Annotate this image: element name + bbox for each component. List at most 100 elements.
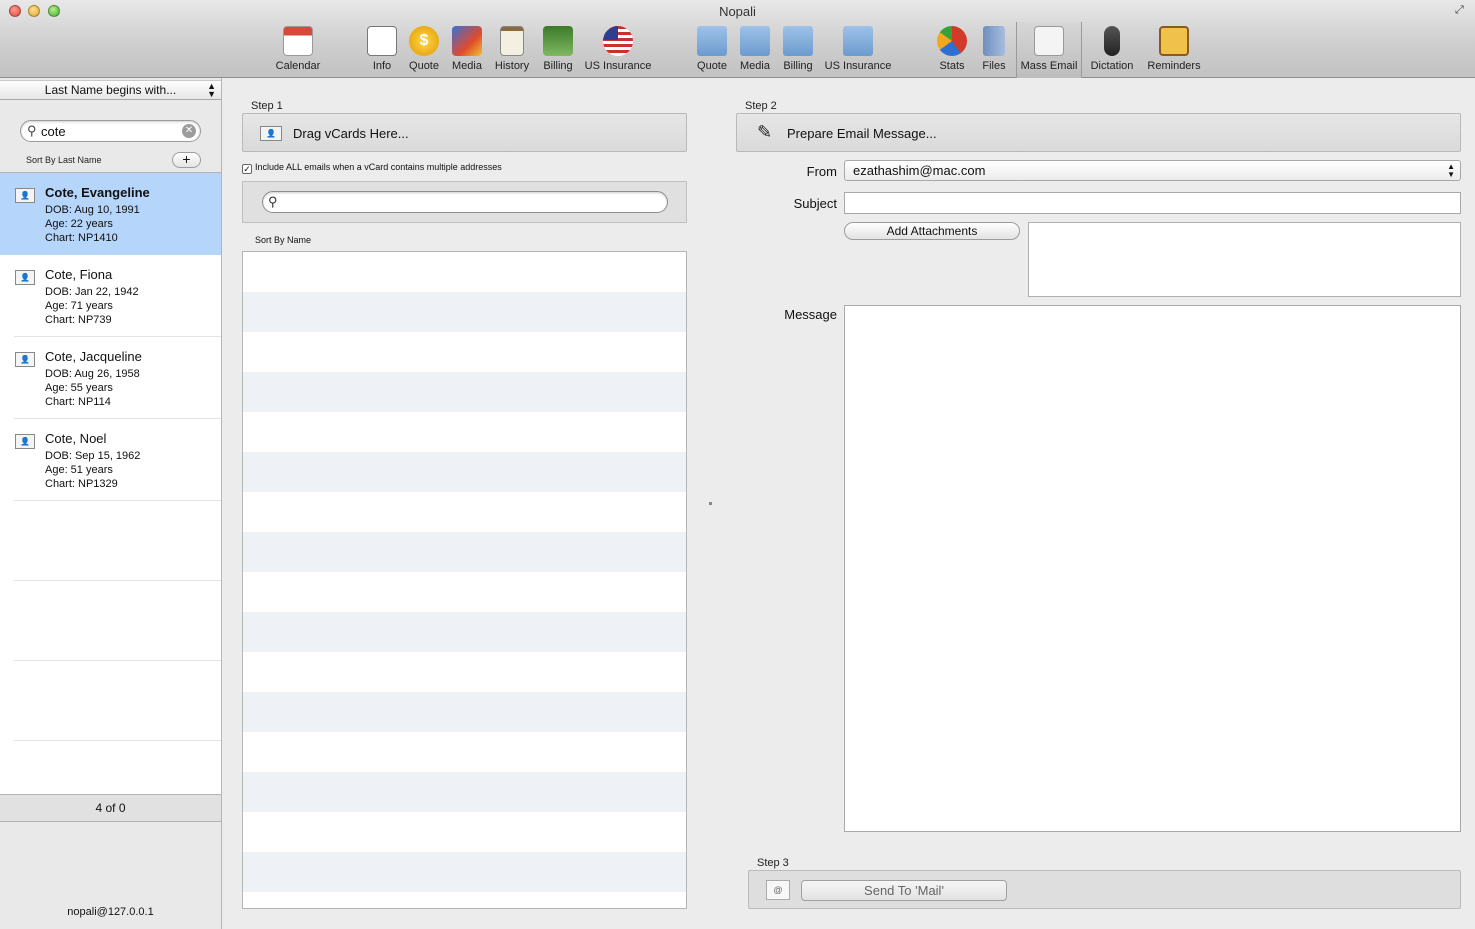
patient-search-input[interactable]: ⚲ cote ✕ (20, 120, 201, 142)
patient-chart: Chart: NP114 (45, 396, 111, 408)
pencil-icon: ✎ (757, 122, 773, 142)
list-item[interactable]: 👤 Cote, Noel DOB: Sep 15, 1962 Age: 51 y… (14, 419, 221, 501)
vcard-drop-zone[interactable]: 👤 Drag vCards Here... (242, 113, 687, 152)
toolbar-dictation[interactable]: Dictation (1086, 26, 1138, 76)
toolbar-media-folder[interactable]: Media (736, 26, 774, 76)
patient-age: Age: 71 years (45, 300, 113, 312)
subject-label: Subject (793, 196, 837, 211)
updown-arrows-icon: ▲ ▼ (207, 81, 216, 99)
toolbar-insurance-folder[interactable]: US Insurance (822, 26, 894, 76)
toolbar-files[interactable]: Files (976, 26, 1012, 76)
list-item[interactable]: 👤 Cote, Evangeline DOB: Aug 10, 1991 Age… (0, 173, 221, 255)
send-to-mail-button[interactable]: Send To 'Mail' (801, 880, 1007, 901)
add-attachments-button[interactable]: Add Attachments (844, 222, 1020, 240)
patient-name: Cote, Noel (45, 431, 107, 446)
table-row (243, 572, 686, 612)
subject-input[interactable] (844, 192, 1461, 214)
toolbar-label: Stats (939, 60, 965, 72)
microphone-icon (1104, 26, 1120, 56)
sort-by-name-label[interactable]: Sort By Name (255, 235, 311, 245)
toolbar-label: Calendar (275, 60, 321, 72)
contact-card-icon: 👤 (15, 352, 35, 367)
toolbar-quote-folder[interactable]: Quote (693, 26, 731, 76)
splitter-handle[interactable] (709, 502, 712, 505)
attachments-area[interactable] (1028, 222, 1461, 297)
toolbar-label: Media (740, 60, 770, 72)
table-row (243, 412, 686, 452)
toolbar-us-insurance[interactable]: US Insurance (582, 26, 654, 76)
updown-arrows-icon: ▲ ▼ (1447, 162, 1455, 179)
toolbar-label: Mass Email (1020, 60, 1078, 72)
toolbar-label: Media (452, 60, 482, 72)
toolbar-media[interactable]: Media (448, 26, 486, 76)
patient-name: Cote, Evangeline (45, 185, 150, 200)
fullscreen-icon[interactable]: ⤢ (1455, 4, 1467, 16)
vcard-list[interactable] (242, 251, 687, 909)
patient-dob: DOB: Sep 15, 1962 (45, 450, 141, 462)
toolbar-billing-folder[interactable]: Billing (778, 26, 818, 76)
toolbar-label: US Insurance (824, 60, 892, 72)
toolbar-label: History (494, 60, 530, 72)
toolbar-billing[interactable]: Billing (538, 26, 578, 76)
filter-select[interactable]: Last Name begins with... ▲ ▼ (0, 80, 221, 100)
drop-zone-text: Drag vCards Here... (293, 126, 409, 141)
prepare-email-button[interactable]: ✎ Prepare Email Message... (736, 113, 1461, 152)
contact-card-icon: 👤 (15, 188, 35, 203)
table-row (243, 692, 686, 732)
prepare-email-text: Prepare Email Message... (787, 126, 937, 141)
step2-label: Step 2 (745, 100, 777, 112)
sort-label[interactable]: Sort By Last Name (26, 155, 102, 165)
quote-folder-icon (697, 26, 727, 56)
patient-name: Cote, Jacqueline (45, 349, 142, 364)
table-row (243, 372, 686, 412)
media-folder-icon (740, 26, 770, 56)
mail-envelope-icon (1034, 26, 1064, 56)
toolbar-label: Quote (409, 60, 439, 72)
toolbar-label: Files (982, 60, 1006, 72)
patient-age: Age: 55 years (45, 382, 113, 394)
toolbar-history[interactable]: History (490, 26, 534, 76)
toolbar-label: Billing (543, 60, 573, 72)
vcard-search-input[interactable]: ⚲ (262, 191, 668, 213)
from-label: From (806, 164, 837, 179)
patient-age: Age: 51 years (45, 464, 113, 476)
include-all-emails-label: Include ALL emails when a vCard contains… (255, 162, 502, 172)
patient-dob: DOB: Jan 22, 1942 (45, 286, 139, 298)
toolbar-label: Dictation (1090, 60, 1134, 72)
table-row (243, 252, 686, 292)
search-icon: ⚲ (27, 123, 37, 138)
table-row (243, 812, 686, 852)
table-row (243, 452, 686, 492)
contact-card-icon: 👤 (15, 434, 35, 449)
toolbar-stats[interactable]: Stats (933, 26, 971, 76)
patient-chart: Chart: NP1410 (45, 232, 118, 244)
toolbar-label: Reminders (1147, 60, 1201, 72)
money-stack-icon (543, 26, 573, 56)
patient-chart: Chart: NP1329 (45, 478, 118, 490)
toolbar-info[interactable]: Info (364, 26, 400, 76)
table-row (243, 292, 686, 332)
toolbar-label: Info (372, 60, 392, 72)
include-all-emails-row[interactable]: ✓ Include ALL emails when a vCard contain… (242, 162, 502, 174)
clear-search-icon[interactable]: ✕ (182, 124, 196, 138)
mail-envelope-icon: @ (766, 880, 790, 900)
from-select[interactable]: ezathashim@mac.com ▲ ▼ (844, 160, 1461, 181)
add-patient-button[interactable]: + (172, 152, 201, 168)
message-textarea[interactable] (844, 305, 1461, 832)
send-panel: @ Send To 'Mail' (748, 870, 1461, 909)
patient-dob: DOB: Aug 26, 1958 (45, 368, 140, 380)
toolbar-quote[interactable]: $ Quote (405, 26, 443, 76)
table-row (243, 732, 686, 772)
message-label: Message (784, 307, 837, 322)
toolbar-mass-email[interactable]: Mass Email (1016, 22, 1082, 78)
list-item[interactable]: 👤 Cote, Fiona DOB: Jan 22, 1942 Age: 71 … (14, 255, 221, 337)
include-all-emails-checkbox[interactable]: ✓ (242, 164, 252, 174)
filter-select-value: Last Name begins with... (44, 83, 177, 97)
patient-dob: DOB: Aug 10, 1991 (45, 204, 140, 216)
patient-chart: Chart: NP739 (45, 314, 112, 326)
toolbar-calendar[interactable]: Calendar (272, 26, 324, 76)
toolbar-reminders[interactable]: Reminders (1144, 26, 1204, 76)
coin-icon: $ (409, 26, 439, 56)
insurance-folder-icon (843, 26, 873, 56)
list-item[interactable]: 👤 Cote, Jacqueline DOB: Aug 26, 1958 Age… (14, 337, 221, 419)
